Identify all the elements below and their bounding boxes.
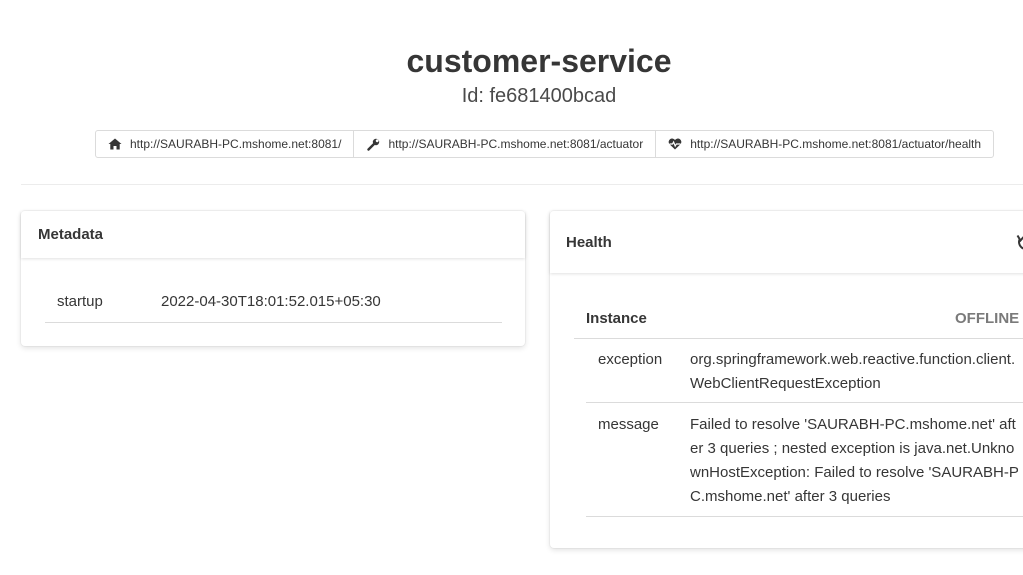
health-card-title: Health [550, 211, 1023, 273]
header-divider [21, 184, 1023, 185]
detail-value: Failed to resolve 'SAURABH-PC.mshome.net… [690, 416, 1019, 505]
instance-status-row: Instance OFFLINE [574, 300, 1023, 339]
health-url-text: http://SAURABH-PC.mshome.net:8081/actuat… [690, 137, 982, 151]
endpoint-links: http://SAURABH-PC.mshome.net:8081/ http:… [95, 130, 995, 158]
metadata-value: 2022-04-30T18:01:52.015+05:30 [161, 293, 381, 310]
home-url-link[interactable]: http://SAURABH-PC.mshome.net:8081/ [95, 130, 355, 158]
detail-key: message [598, 416, 659, 433]
home-url-text: http://SAURABH-PC.mshome.net:8081/ [130, 137, 342, 151]
refresh-icon[interactable] [1016, 232, 1023, 252]
instance-label: Instance [586, 310, 647, 327]
health-detail-exception: exception org.springframework.web.reacti… [586, 338, 1023, 403]
metadata-row-startup: startup 2022-04-30T18:01:52.015+05:30 [45, 283, 502, 323]
page-title: customer-service [406, 43, 672, 79]
heartbeat-icon [668, 137, 682, 151]
home-icon [108, 137, 122, 151]
metadata-key: startup [57, 293, 103, 310]
metadata-card-title: Metadata [21, 211, 525, 258]
health-card: Health Instance OFFLINE exception org.sp… [550, 211, 1023, 548]
actuator-url-link[interactable]: http://SAURABH-PC.mshome.net:8081/actuat… [353, 130, 657, 158]
health-url-link[interactable]: http://SAURABH-PC.mshome.net:8081/actuat… [655, 130, 995, 158]
actuator-url-text: http://SAURABH-PC.mshome.net:8081/actuat… [388, 137, 644, 151]
wrench-icon [366, 137, 380, 151]
instance-id: Id: fe681400bcad [461, 85, 617, 107]
detail-value: org.springframework.web.reactive.functio… [690, 351, 1016, 392]
health-detail-message: message Failed to resolve 'SAURABH-PC.ms… [586, 403, 1023, 517]
metadata-card: Metadata startup 2022-04-30T18:01:52.015… [21, 211, 525, 346]
status-badge: OFFLINE [955, 310, 1020, 327]
detail-key: exception [598, 351, 663, 368]
